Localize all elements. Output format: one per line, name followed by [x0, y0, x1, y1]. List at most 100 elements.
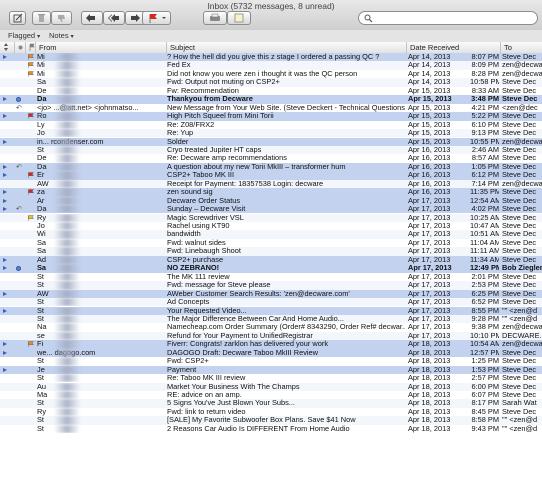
message-row[interactable]: Wi bandwidth Apr 17, 2013 10:51 AM Steve Dec [0, 230, 542, 239]
message-row[interactable]: St The Major Difference Between Car And H… [0, 314, 542, 324]
reply-all-icon [108, 14, 119, 22]
delete-button[interactable] [32, 11, 51, 25]
junk-button[interactable] [51, 11, 72, 25]
message-row[interactable]: Da Thankyou from Decware Apr 15, 2013 3:48 … [0, 95, 542, 104]
message-row[interactable]: Ro High Pitch Squeel from Mini Torii Apr 1… [0, 112, 542, 121]
message-subject: Namecheap.com Order Summary (Order# 8343… [167, 323, 405, 332]
thread-disclosure-icon[interactable] [3, 190, 7, 195]
message-row[interactable]: AW Receipt for Payment: 18357538 Login: d… [0, 179, 542, 189]
message-row[interactable]: St 5 Signs You've Just Blown Your Subs...… [0, 399, 542, 408]
message-row[interactable]: Sa Fwd: Linebaugh Shoot Apr 17, 2013 11:11 … [0, 247, 542, 256]
message-row[interactable]: Fi Fiverr: Congrats! zarklon has delivere… [0, 340, 542, 349]
message-to: Steve Dec [502, 382, 537, 391]
column-thread[interactable] [0, 42, 14, 53]
message-row[interactable]: Je Payment Apr 18, 2013 1:53 PM Steve Dec [0, 365, 542, 375]
replied-arrow-icon: ↶ [16, 104, 22, 112]
redacted-sender-blur [54, 247, 80, 256]
message-row[interactable]: se Refund for Your Payment to UnifiedRegi… [0, 331, 542, 341]
window-title: Inbox (5732 messages, 8 unread) [207, 1, 335, 11]
message-date: Apr 18, 2013 [408, 357, 451, 366]
thread-disclosure-icon[interactable] [3, 291, 7, 296]
search-field[interactable] [358, 11, 538, 25]
message-row[interactable]: Sa Fwd: Output not muting on CSP2+ Apr 14,… [0, 78, 542, 87]
message-row[interactable]: St Ad Concepts Apr 17, 2013 6:52 PM Steve De… [0, 298, 542, 307]
message-subject: Fed Ex [167, 61, 191, 70]
message-row[interactable]: we... dagogo.comDAGOGO Draft: Decware Ta… [0, 348, 542, 358]
column-from[interactable]: From [35, 42, 166, 53]
message-row[interactable]: St Fwd: CSP2+ Apr 18, 2013 1:25 PM Steve Dec [0, 357, 542, 366]
message-row[interactable]: Jo Re: Yup Apr 15, 2013 9:13 PM Steve Dec [0, 129, 542, 138]
message-row[interactable]: St The MK 111 review Apr 17, 2013 2:01 PM St… [0, 272, 542, 282]
message-row[interactable]: Au Market Your Business With The Champs Ap… [0, 382, 542, 391]
message-row[interactable]: Mi Did not know you were zen i thought it… [0, 69, 542, 79]
message-to: Steve Dec [502, 407, 537, 416]
reply-all-button[interactable] [103, 11, 125, 25]
message-row[interactable]: De Re: Decware amp recommendations Apr 16,… [0, 154, 542, 163]
message-row[interactable]: za zen sound sig Apr 16, 2013 11:35 PM Steve… [0, 188, 542, 197]
favorites-notes[interactable]: Notes ▾ [49, 31, 74, 40]
column-date-received[interactable]: Date Received [406, 42, 500, 53]
message-time: 6:00 PM [471, 382, 499, 391]
thread-disclosure-icon[interactable] [3, 342, 7, 347]
message-row[interactable]: Ad CSP2+ purchase Apr 17, 2013 11:34 AM Stev… [0, 255, 542, 265]
redacted-sender-blur [54, 348, 80, 358]
thread-disclosure-icon[interactable] [3, 173, 7, 178]
column-to[interactable]: To [500, 42, 542, 53]
message-row[interactable]: ↶ Da Sunday – Decware Visit Apr 17, 2013 4:0… [0, 205, 542, 214]
flag-button[interactable] [142, 11, 171, 25]
thread-disclosure-icon[interactable] [3, 266, 7, 271]
message-row[interactable]: Ar Decware Order Status Apr 17, 2013 12:54 … [0, 196, 542, 206]
column-subject[interactable]: Subject [166, 42, 406, 53]
message-row[interactable]: Ly Re: Z08/FRX2 Apr 15, 2013 6:10 PM Steve D… [0, 120, 542, 129]
message-row[interactable]: Ry Magic Screwdriver VSL Apr 17, 2013 10:25… [0, 213, 542, 222]
column-status[interactable] [14, 42, 25, 53]
message-to: Steve Dec [502, 298, 537, 307]
message-subject: Thankyou from Decware [167, 95, 253, 104]
message-row[interactable]: St Fwd: message for Steve please Apr 17, 2… [0, 281, 542, 290]
message-date: Apr 16, 2013 [408, 162, 451, 171]
message-row[interactable]: Jo Rachel using KT90 Apr 17, 2013 10:47 AM S… [0, 222, 542, 231]
thread-disclosure-icon[interactable] [3, 55, 7, 59]
column-flag[interactable] [25, 42, 35, 53]
thread-disclosure-icon[interactable] [3, 139, 7, 144]
message-row[interactable]: Ry Fwd: link to return video Apr 18, 2013 8… [0, 407, 542, 417]
note-button[interactable] [227, 11, 251, 25]
message-time: 10:47 AM [470, 222, 499, 230]
message-row[interactable]: St Cryo treated Jupiter HT caps Apr 16, 20… [0, 145, 542, 155]
thread-disclosure-icon[interactable] [3, 257, 7, 262]
message-row[interactable]: St [SALE] My Favorite Subwoofer Box Plans… [0, 416, 542, 425]
message-subject: Fwd: Output not muting on CSP2+ [167, 78, 280, 87]
message-row[interactable]: St Your Requested Video... Apr 17, 2013 8:5… [0, 306, 542, 315]
print-button[interactable] [203, 11, 227, 25]
message-row[interactable]: Sa Fwd: walnut sides Apr 17, 2013 11:04 AM S… [0, 238, 542, 248]
favorites-flagged[interactable]: Flagged ▾ [8, 31, 40, 40]
message-row[interactable]: St Re: Taboo MK III review Apr 18, 2013 2:5… [0, 374, 542, 383]
message-row[interactable]: De Fw: Recommendation Apr 15, 2013 8:33 AM S… [0, 86, 542, 96]
message-row[interactable]: Mi? How the hell did you give this z sta… [0, 53, 542, 62]
thread-disclosure-icon[interactable] [3, 350, 7, 355]
message-row[interactable]: Na Namecheap.com Order Summary (Order# 83… [0, 323, 542, 332]
message-date: Apr 15, 2013 [408, 86, 451, 95]
message-row[interactable]: ↶ Da A question about my new Torii MkIII –… [0, 162, 542, 172]
thread-disclosure-icon[interactable] [3, 164, 7, 169]
message-row[interactable]: in... rcondenser.comSolderApr 15, 201310… [0, 137, 542, 146]
reply-button[interactable] [81, 11, 103, 25]
thread-disclosure-icon[interactable] [3, 308, 7, 313]
redacted-sender-blur [54, 382, 80, 391]
thread-disclosure-icon[interactable] [3, 367, 7, 372]
message-row[interactable]: Mi Fed Ex Apr 14, 2013 8:09 PM zen@decwa [0, 61, 542, 70]
message-row[interactable]: Sa NO ZEBRANO! Apr 17, 2013 12:49 PM Bob Zie… [0, 264, 542, 273]
thread-disclosure-icon[interactable] [3, 198, 7, 203]
thread-disclosure-icon[interactable] [3, 207, 7, 212]
thread-disclosure-icon[interactable] [3, 114, 7, 119]
message-row[interactable]: Er CSP2+ Taboo MK III Apr 16, 2013 6:12 PM S… [0, 171, 542, 180]
message-row[interactable]: St 2 Reasons Car Audio Is DIFFERENT From … [0, 424, 542, 434]
message-row[interactable]: AW AWeber Customer Search Results: 'zen@d… [0, 289, 542, 298]
thread-disclosure-icon[interactable] [3, 97, 7, 102]
message-time: 10:25 AM [470, 213, 499, 222]
message-row[interactable]: ↶ <jo> ...@att.net> <johnmatso... New Mess… [0, 103, 542, 113]
message-row[interactable]: Ma RE: advice on an amp. Apr 18, 2013 6:07 … [0, 391, 542, 400]
compose-button[interactable] [9, 11, 26, 25]
message-date: Apr 17, 2013 [408, 289, 451, 298]
search-input[interactable] [375, 12, 533, 24]
